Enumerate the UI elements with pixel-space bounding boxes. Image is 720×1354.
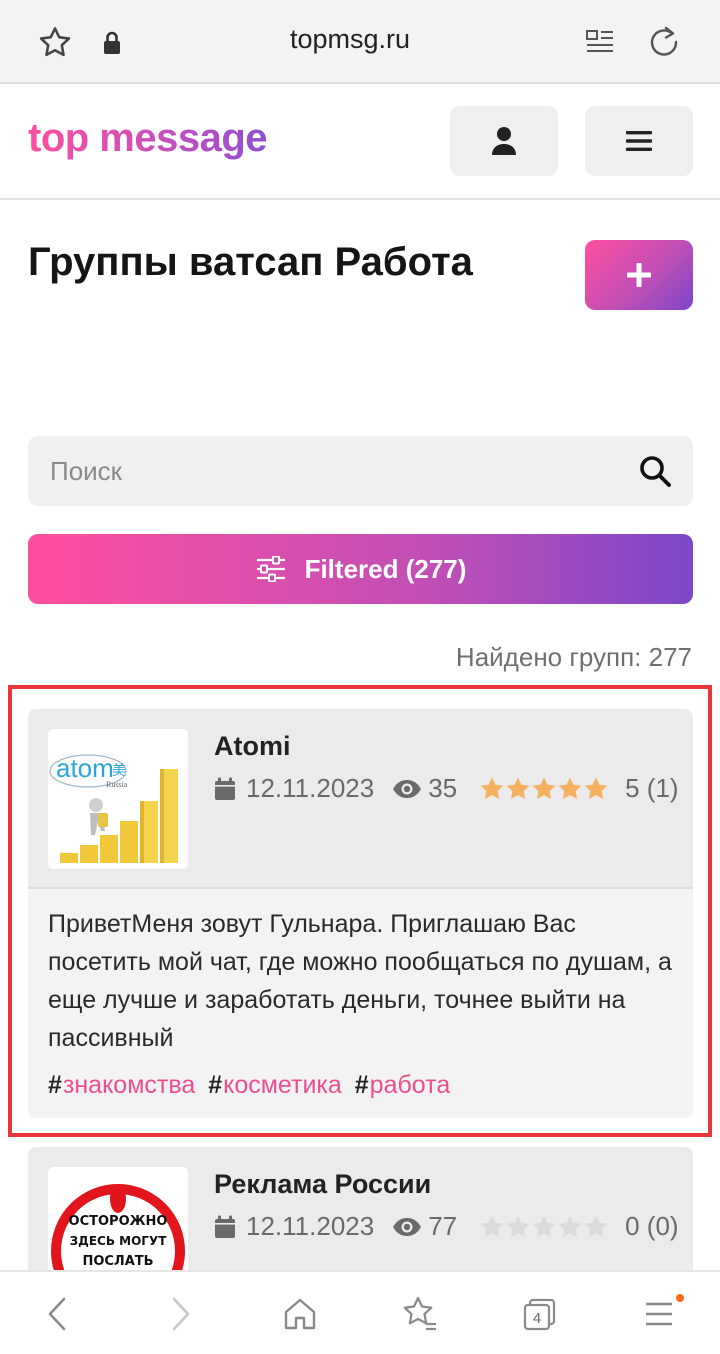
tabs-icon[interactable]: 4 — [520, 1294, 560, 1334]
star-icon — [480, 1215, 504, 1237]
reload-icon[interactable] — [646, 24, 682, 60]
highlight-frame — [8, 685, 712, 1137]
profile-button[interactable] — [450, 106, 558, 176]
bookmarks-icon[interactable] — [400, 1294, 440, 1334]
home-icon[interactable] — [280, 1294, 320, 1334]
search-icon[interactable] — [638, 454, 672, 488]
warning-sign-image: ОСТОРОЖНО ЗДЕСЬ МОГУТ ПОСЛАТЬ — [48, 1167, 188, 1270]
filter-label: Filtered (277) — [304, 553, 467, 584]
star-icon — [584, 1215, 608, 1237]
group-meta: 12.11.2023 77 0 (0) — [214, 1211, 679, 1242]
page-title: Группы ватсап Работа — [28, 240, 473, 284]
results-count: Найдено групп: 277 — [455, 642, 692, 672]
group-card[interactable]: ОСТОРОЖНО ЗДЕСЬ МОГУТ ПОСЛАТЬ Реклама Ро… — [28, 1147, 693, 1270]
browser-bottom-nav: 4 — [0, 1270, 720, 1354]
menu-icon[interactable] — [640, 1294, 684, 1334]
star-icon[interactable] — [36, 24, 74, 62]
card-header: ОСТОРОЖНО ЗДЕСЬ МОГУТ ПОСЛАТЬ Реклама Ро… — [28, 1147, 693, 1270]
address-bar[interactable]: topmsg.ru — [230, 24, 470, 55]
back-icon[interactable] — [38, 1294, 78, 1334]
site-logo[interactable]: top message — [28, 116, 268, 161]
notification-dot — [676, 1294, 684, 1302]
star-icon — [506, 1215, 530, 1237]
svg-text:ОСТОРОЖНО: ОСТОРОЖНО — [69, 1214, 168, 1229]
group-thumbnail[interactable]: ОСТОРОЖНО ЗДЕСЬ МОГУТ ПОСЛАТЬ — [48, 1167, 188, 1270]
search-box — [28, 436, 693, 506]
lock-icon — [104, 31, 120, 54]
svg-text:ПОСЛАТЬ: ПОСЛАТЬ — [82, 1254, 153, 1269]
forward-icon[interactable] — [160, 1294, 200, 1334]
site-header: top message — [0, 84, 720, 200]
svg-text:ЗДЕСЬ МОГУТ: ЗДЕСЬ МОГУТ — [70, 1234, 168, 1248]
menu-button[interactable] — [585, 106, 693, 176]
eye-icon — [393, 1217, 422, 1236]
star-icon — [558, 1215, 582, 1237]
svg-text:4: 4 — [533, 1310, 541, 1327]
browser-toolbar: topmsg.ru — [0, 0, 720, 84]
star-icon — [532, 1215, 556, 1237]
hamburger-icon — [626, 131, 652, 151]
user-icon — [492, 127, 516, 155]
plus-icon — [627, 263, 651, 287]
search-input[interactable] — [50, 436, 630, 506]
group-date: 12.11.2023 — [246, 1211, 375, 1241]
reader-icon[interactable] — [584, 26, 616, 58]
rating-stars — [479, 1214, 609, 1240]
calendar-icon — [215, 1215, 235, 1238]
sliders-icon — [256, 556, 285, 582]
group-title[interactable]: Реклама России — [214, 1169, 431, 1200]
filter-button[interactable]: Filtered (277) — [28, 534, 693, 604]
rating-text: 0 (0) — [625, 1211, 679, 1241]
group-views: 77 — [428, 1211, 458, 1241]
add-group-button[interactable] — [585, 240, 693, 310]
